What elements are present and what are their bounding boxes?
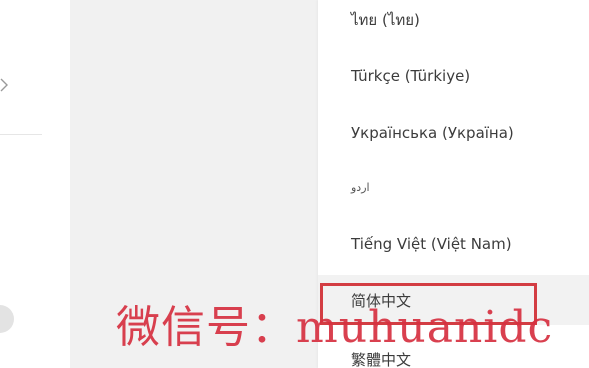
settings-divider [0,134,42,135]
settings-page: ไทย (ไทย) Türkçe (Türkiye) Українська (У… [0,0,589,368]
toggle-switch[interactable] [0,305,14,333]
language-option-turkish[interactable]: Türkçe (Türkiye) [318,54,589,98]
language-option-ukrainian[interactable]: Українська (Україна) [318,111,589,155]
chevron-right-icon[interactable] [0,74,10,96]
language-option-thai[interactable]: ไทย (ไทย) [318,0,589,42]
settings-list-panel [0,0,70,368]
language-option-traditional-chinese[interactable]: 繁體中文 [318,337,589,368]
language-option-urdu[interactable]: اردو [318,165,589,209]
selection-highlight-box [320,283,537,325]
language-option-vietnamese[interactable]: Tiếng Việt (Việt Nam) [318,222,589,266]
page-gutter [70,0,318,368]
